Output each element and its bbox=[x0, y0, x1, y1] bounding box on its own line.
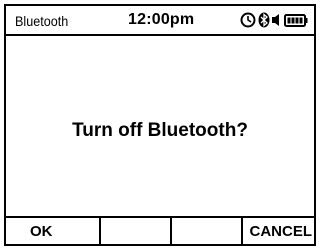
ok-button[interactable]: OK bbox=[6, 218, 101, 244]
battery-icon bbox=[284, 14, 308, 32]
status-time: 12:00pm bbox=[128, 11, 195, 28]
softkey-2[interactable] bbox=[101, 218, 172, 244]
status-icons bbox=[240, 12, 308, 30]
phone-screen: Bluetooth 12:00pm Turn off Bluetooth? OK… bbox=[4, 4, 316, 246]
cancel-button[interactable]: CANCEL bbox=[243, 218, 314, 244]
softkey-bar: OK CANCEL bbox=[6, 216, 314, 244]
speaker-icon bbox=[272, 12, 280, 33]
status-bar: Bluetooth 12:00pm bbox=[6, 6, 314, 36]
dialog-message: Turn off Bluetooth? bbox=[72, 120, 248, 141]
softkey-3[interactable] bbox=[172, 218, 243, 244]
bluetooth-icon bbox=[258, 12, 270, 33]
clock-icon bbox=[240, 12, 256, 33]
status-title: Bluetooth bbox=[15, 13, 69, 29]
